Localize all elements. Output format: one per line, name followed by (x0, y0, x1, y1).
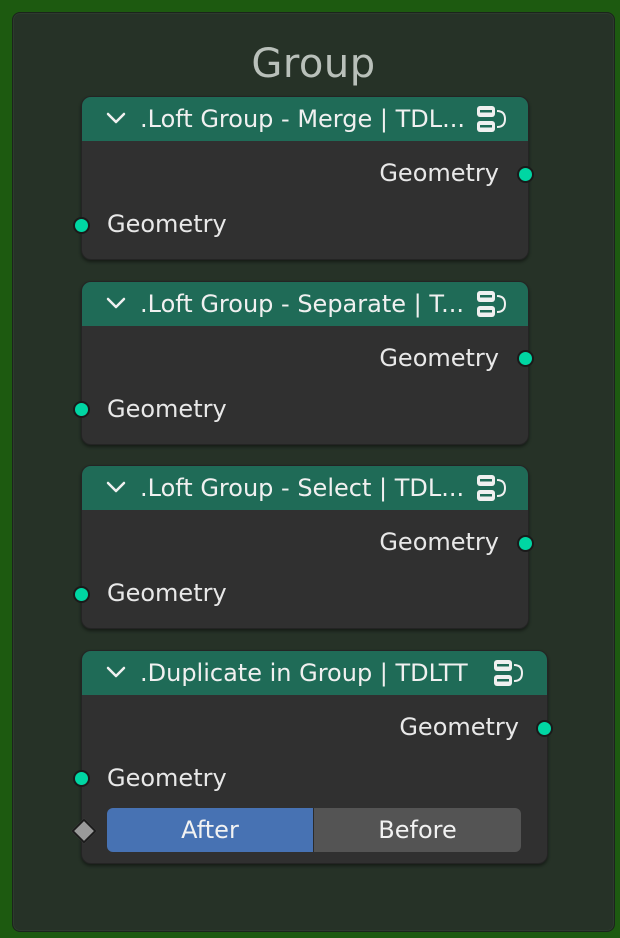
node-group-icon[interactable] (475, 473, 509, 505)
node-group-icon[interactable] (492, 658, 526, 690)
mode-before-button[interactable]: Before (313, 808, 521, 852)
output-socket-geometry[interactable] (517, 166, 534, 183)
input-label: Geometry (107, 764, 227, 792)
node-loft-group-merge[interactable]: .Loft Group - Merge | TDL... Geometry Ge… (73, 96, 534, 260)
input-socket-geometry[interactable] (73, 586, 90, 603)
node-title: .Duplicate in Group | TDLTT (140, 659, 468, 687)
node-header[interactable]: .Loft Group - Merge | TDL... (82, 97, 528, 141)
input-label: Geometry (107, 395, 227, 423)
output-label: Geometry (399, 713, 519, 741)
node-group-icon[interactable] (475, 104, 509, 136)
input-label: Geometry (107, 579, 227, 607)
output-label: Geometry (379, 159, 499, 187)
node-title: .Loft Group - Merge | TDL... (140, 105, 465, 133)
mode-after-button[interactable]: After (107, 808, 313, 852)
chevron-down-icon[interactable] (104, 291, 128, 315)
output-socket-geometry[interactable] (517, 535, 534, 552)
chevron-down-icon[interactable] (104, 660, 128, 684)
input-label: Geometry (107, 210, 227, 238)
node-header[interactable]: .Loft Group - Separate | T... (82, 282, 528, 326)
output-label: Geometry (379, 344, 499, 372)
frame-title: Group (251, 41, 376, 87)
output-label: Geometry (379, 528, 499, 556)
node-title: .Loft Group - Select | TDL... (140, 474, 465, 502)
node-loft-group-separate[interactable]: .Loft Group - Separate | T... Geometry G… (73, 281, 534, 445)
node-header[interactable]: .Loft Group - Select | TDL... (82, 466, 528, 510)
chevron-down-icon[interactable] (104, 106, 128, 130)
node-loft-group-select[interactable]: .Loft Group - Select | TDL... Geometry G… (73, 465, 534, 629)
output-socket-geometry[interactable] (517, 350, 534, 367)
input-socket-geometry[interactable] (73, 770, 90, 787)
node-group-icon[interactable] (475, 289, 509, 321)
node-duplicate-in-group[interactable]: .Duplicate in Group | TDLTT Geometry Geo… (71, 650, 553, 864)
input-socket-geometry[interactable] (73, 401, 90, 418)
chevron-down-icon[interactable] (104, 475, 128, 499)
output-socket-geometry[interactable] (536, 720, 553, 737)
node-title: .Loft Group - Separate | T... (140, 290, 465, 318)
input-socket-geometry[interactable] (73, 217, 90, 234)
node-header[interactable]: .Duplicate in Group | TDLTT (82, 651, 547, 695)
